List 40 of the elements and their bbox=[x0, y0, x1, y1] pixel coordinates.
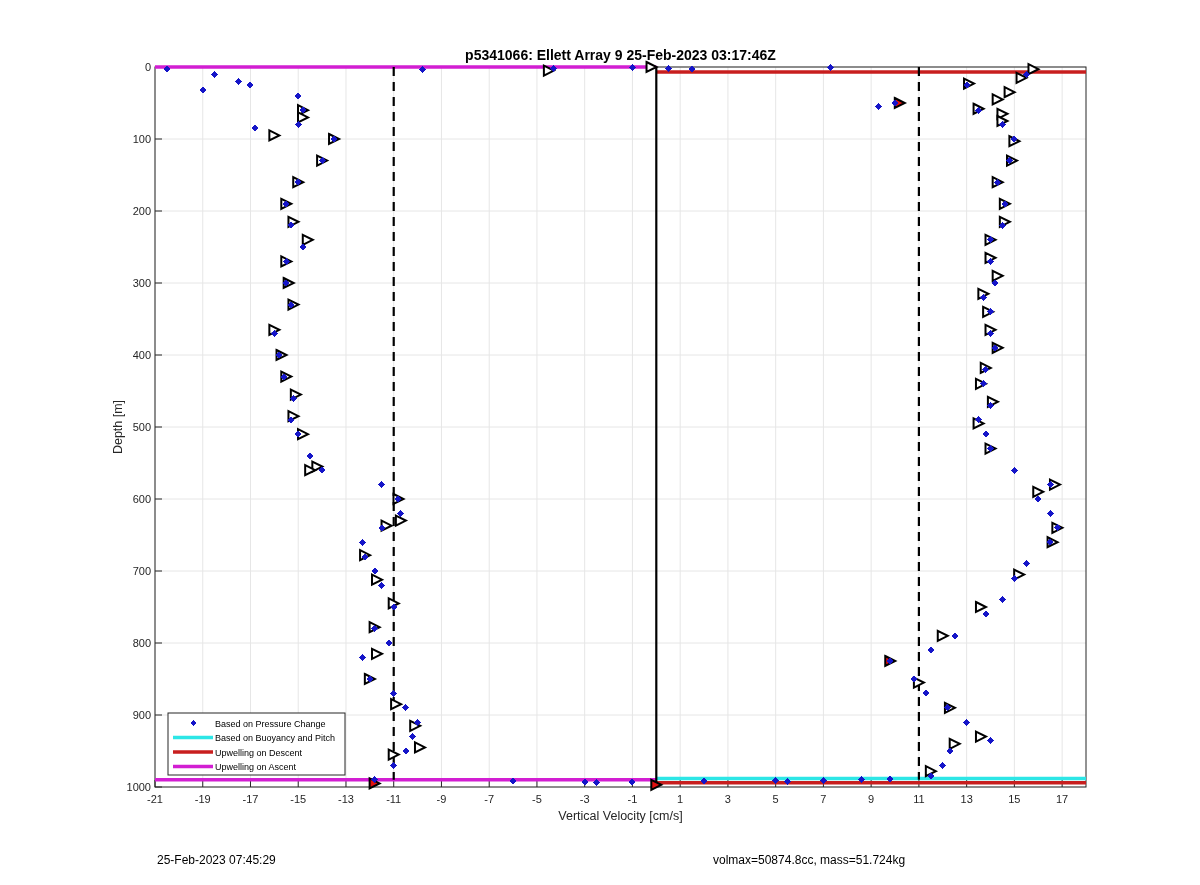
legend-label: Based on Pressure Change bbox=[215, 718, 326, 729]
legend-label: Based on Buoyancy and Pitch bbox=[215, 733, 336, 743]
tick-label: -19 bbox=[194, 793, 211, 805]
tick-label: 1 bbox=[677, 793, 684, 805]
tick-label: 800 bbox=[132, 637, 151, 649]
timestamp-text: 25-Feb-2023 07:45:29 bbox=[157, 853, 277, 867]
tick-label: -13 bbox=[338, 793, 354, 805]
tick-label: -21 bbox=[147, 793, 163, 805]
tick-label: -11 bbox=[386, 793, 402, 805]
chart-title: p5341066: Ellett Array 9 25-Feb-2023 03:17:46Z bbox=[465, 47, 776, 63]
tick-label: 1000 bbox=[126, 781, 151, 793]
tick-label: 600 bbox=[132, 493, 151, 505]
tick-label: -1 bbox=[627, 793, 638, 805]
tick-label: 100 bbox=[132, 133, 151, 145]
tick-label: 200 bbox=[132, 205, 151, 217]
tick-label: 13 bbox=[960, 793, 973, 805]
tick-label: 17 bbox=[1056, 793, 1069, 805]
tick-label: 400 bbox=[132, 349, 151, 361]
tick-label: 3 bbox=[724, 793, 731, 805]
tick-label: 5 bbox=[772, 793, 779, 805]
tick-label: 0 bbox=[144, 61, 151, 73]
tick-label: -17 bbox=[242, 793, 259, 805]
tick-label: -7 bbox=[484, 793, 495, 805]
tick-label: -3 bbox=[579, 793, 590, 805]
axis-label: Depth [m] bbox=[111, 399, 125, 455]
legend-label: Upwelling on Descent bbox=[215, 747, 303, 758]
tick-label: -9 bbox=[436, 793, 447, 805]
summary-text: volmax=50874.8cc, mass=51.724kg bbox=[713, 853, 906, 867]
tick-label: 9 bbox=[868, 793, 875, 805]
tick-label: 700 bbox=[132, 565, 151, 577]
tick-label: 500 bbox=[132, 421, 151, 433]
tick-label: 11 bbox=[913, 793, 925, 805]
tick-label: 900 bbox=[132, 709, 151, 721]
tick-label: 7 bbox=[820, 793, 827, 805]
tick-label: -15 bbox=[290, 793, 307, 805]
tick-label: 300 bbox=[132, 277, 151, 289]
tick-label: 15 bbox=[1008, 793, 1021, 805]
tick-label: -5 bbox=[532, 793, 542, 805]
legend-label: Upwelling on Ascent bbox=[215, 762, 297, 772]
axis-label: Vertical Velocity [cm/s] bbox=[558, 809, 683, 823]
